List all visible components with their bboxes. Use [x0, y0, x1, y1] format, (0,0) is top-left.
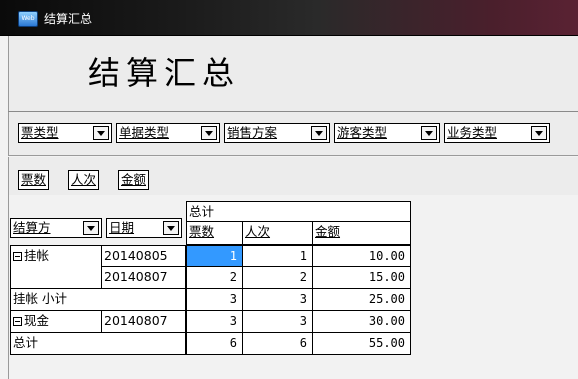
row-group-label: 现金 — [24, 313, 50, 328]
filter-document-type[interactable]: 单据类型 — [116, 123, 220, 143]
data-cell[interactable]: 2 — [243, 267, 313, 289]
filter-visitor-type[interactable]: 游客类型 — [334, 123, 440, 143]
row-group-cell[interactable]: 挂帐 — [10, 245, 102, 289]
row-field-label: 日期 — [109, 220, 135, 235]
column-header-ticket-count[interactable]: 票数 — [186, 222, 243, 245]
measure-amount[interactable]: 金额 — [118, 170, 150, 190]
filter-business-type[interactable]: 业务类型 — [444, 123, 550, 143]
data-cell[interactable]: 10.00 — [313, 245, 411, 267]
filter-label: 销售方案 — [227, 125, 278, 140]
row-field-settlement-party[interactable]: 结算方 — [10, 218, 102, 238]
data-cell[interactable]: 25.00 — [313, 289, 411, 311]
filter-ticket-type[interactable]: 票类型 — [18, 123, 112, 143]
data-cell-selected[interactable]: 1 — [186, 245, 243, 267]
collapse-icon[interactable] — [13, 252, 22, 261]
data-cell[interactable]: 55.00 — [313, 333, 411, 355]
row-date-cell: 20140805 — [102, 245, 186, 267]
measure-person-count[interactable]: 人次 — [68, 170, 100, 190]
filter-label: 票类型 — [21, 125, 59, 140]
data-cell[interactable]: 3 — [186, 289, 243, 311]
window-title-bar[interactable]: Web 结算汇总 — [0, 0, 578, 36]
chevron-down-icon[interactable] — [311, 126, 327, 140]
data-cell[interactable]: 6 — [186, 333, 243, 355]
data-cell[interactable]: 1 — [243, 245, 313, 267]
window-title: 结算汇总 — [44, 12, 93, 26]
collapse-icon[interactable] — [13, 317, 22, 326]
filter-sales-plan[interactable]: 销售方案 — [224, 123, 330, 143]
data-cell[interactable]: 30.00 — [313, 311, 411, 333]
column-header-person-count[interactable]: 人次 — [243, 222, 313, 245]
chevron-down-icon[interactable] — [201, 126, 217, 140]
filter-label: 业务类型 — [447, 125, 498, 140]
filter-label: 游客类型 — [337, 125, 388, 140]
data-cell[interactable]: 3 — [186, 311, 243, 333]
data-cell[interactable]: 15.00 — [313, 267, 411, 289]
chevron-down-icon[interactable] — [531, 126, 547, 140]
row-field-label: 结算方 — [13, 220, 51, 235]
row-group-label: 挂帐 — [24, 248, 50, 263]
chevron-down-icon[interactable] — [421, 126, 437, 140]
data-cell[interactable]: 6 — [243, 333, 313, 355]
data-cell[interactable]: 3 — [243, 289, 313, 311]
data-cell[interactable]: 3 — [243, 311, 313, 333]
row-date-cell: 20140807 — [102, 311, 186, 333]
column-header-amount[interactable]: 金额 — [313, 222, 411, 245]
row-grand-total-label: 总计 — [10, 333, 186, 355]
page-title: 结算汇总 — [88, 54, 241, 92]
app-icon: Web — [18, 11, 38, 27]
row-date-cell: 20140807 — [102, 267, 186, 289]
row-subtotal-label: 挂帐 小计 — [10, 289, 186, 311]
filter-label: 单据类型 — [119, 125, 170, 140]
column-group-total: 总计 — [186, 201, 411, 222]
chevron-down-icon[interactable] — [93, 126, 109, 140]
chevron-down-icon[interactable] — [83, 221, 99, 235]
data-cell[interactable]: 2 — [186, 267, 243, 289]
row-group-cell[interactable]: 现金 — [10, 311, 102, 333]
measure-ticket-count[interactable]: 票数 — [18, 170, 50, 190]
chevron-down-icon[interactable] — [163, 221, 179, 235]
row-field-date[interactable]: 日期 — [106, 218, 182, 238]
